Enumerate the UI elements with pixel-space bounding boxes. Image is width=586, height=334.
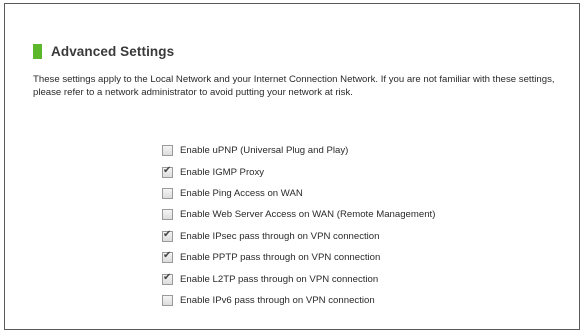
option-pptp-passthrough[interactable]: ✔ Enable PPTP pass through on VPN connec… [162, 247, 435, 268]
igmp-proxy-checkbox[interactable]: ✔ [162, 164, 173, 178]
option-web-server-wan[interactable]: Enable Web Server Access on WAN (Remote … [162, 204, 435, 225]
checkmark-icon: ✔ [163, 164, 172, 176]
upnp-checkbox[interactable] [162, 145, 173, 157]
l2tp-passthrough-checkbox[interactable]: ✔ [162, 271, 173, 285]
pptp-passthrough-checkbox[interactable]: ✔ [162, 250, 173, 264]
green-square-icon [33, 43, 42, 59]
option-label: Enable Ping Access on WAN [180, 187, 303, 199]
option-l2tp-passthrough[interactable]: ✔ Enable L2TP pass through on VPN connec… [162, 268, 435, 289]
checkmark-icon: ✔ [163, 271, 172, 283]
option-ipv6-passthrough[interactable]: Enable IPv6 pass through on VPN connecti… [162, 290, 435, 311]
option-label: Enable IGMP Proxy [180, 166, 265, 178]
web-server-wan-checkbox[interactable] [162, 209, 173, 221]
page-title: Advanced Settings [51, 43, 175, 59]
option-label: Enable Web Server Access on WAN (Remote … [180, 209, 436, 221]
checkmark-icon: ✔ [163, 250, 172, 262]
option-ping-wan[interactable]: Enable Ping Access on WAN [162, 183, 435, 204]
settings-options-list: Enable uPNP (Universal Plug and Play) ✔ … [162, 140, 435, 311]
option-label: Enable IPsec pass through on VPN connect… [180, 230, 380, 242]
advanced-settings-panel: Advanced Settings These settings apply t… [4, 3, 580, 330]
option-label: Enable PPTP pass through on VPN connecti… [180, 252, 381, 264]
ipv6-passthrough-checkbox[interactable] [162, 294, 173, 306]
option-ipsec-passthrough[interactable]: ✔ Enable IPsec pass through on VPN conne… [162, 226, 435, 247]
panel-header: Advanced Settings [33, 42, 174, 60]
ipsec-passthrough-checkbox[interactable]: ✔ [162, 228, 173, 242]
option-label: Enable uPNP (Universal Plug and Play) [180, 145, 349, 157]
ping-wan-checkbox[interactable] [162, 187, 173, 199]
checkmark-icon: ✔ [163, 228, 172, 240]
option-igmp-proxy[interactable]: ✔ Enable IGMP Proxy [162, 161, 435, 182]
settings-description: These settings apply to the Local Networ… [33, 74, 555, 98]
option-label: Enable IPv6 pass through on VPN connecti… [180, 294, 375, 306]
option-upnp[interactable]: Enable uPNP (Universal Plug and Play) [162, 140, 435, 161]
option-label: Enable L2TP pass through on VPN connecti… [180, 273, 379, 285]
